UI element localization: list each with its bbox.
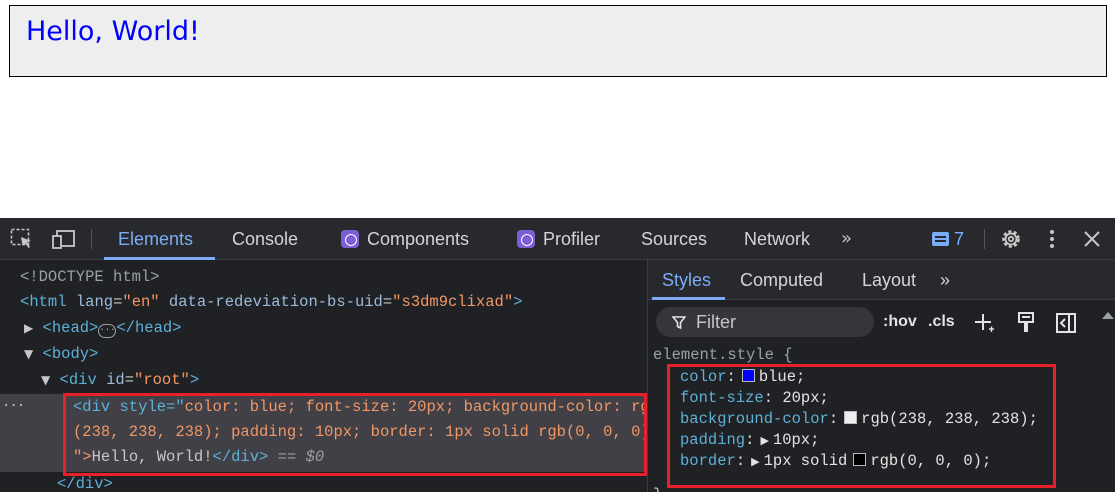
- attr-lang-value: en: [131, 293, 151, 311]
- new-style-rule-icon[interactable]: [972, 311, 996, 335]
- attr-uid-value: s3dm9clixad: [401, 293, 504, 311]
- attr-id-name: id: [106, 371, 125, 389]
- subtab-computed-label: Computed: [740, 270, 824, 290]
- settings-gear-icon[interactable]: [999, 228, 1023, 250]
- react-icon: [517, 230, 535, 248]
- toolbar-divider: [984, 229, 985, 249]
- tab-network[interactable]: Network: [744, 218, 810, 260]
- div-tag-name: div: [68, 371, 97, 389]
- close-icon[interactable]: [1080, 228, 1104, 250]
- more-options-icon[interactable]: [1040, 228, 1064, 250]
- inspect-element-icon[interactable]: [10, 228, 34, 250]
- tab-sources-label: Sources: [641, 229, 708, 249]
- filter-placeholder: Filter: [696, 312, 736, 332]
- body-open-tag: <body>: [42, 345, 99, 363]
- more-tabs-chevron-icon[interactable]: »: [841, 218, 852, 260]
- selector-text: element.style {: [653, 346, 793, 364]
- messages-count: 7: [954, 229, 965, 249]
- devtools-panel: Elements Console Components Profiler Sou…: [0, 218, 1115, 492]
- dom-html-node[interactable]: <html lang="en" data-redeviation-bs-uid=…: [20, 290, 522, 314]
- hover-state-toggle[interactable]: :hov: [883, 307, 917, 337]
- annotation-highlight-box: [63, 393, 647, 476]
- subtab-styles-label: Styles: [662, 270, 712, 290]
- devtools-toolbar: Elements Console Components Profiler Sou…: [0, 218, 1115, 260]
- attr-lang-name: lang: [75, 293, 114, 311]
- styles-subtabs: Styles Computed Layout »: [648, 260, 1115, 300]
- filter-icon: [672, 316, 686, 329]
- collapse-triangle-icon[interactable]: ▼: [24, 347, 33, 361]
- div-close-tag: </div>: [57, 475, 113, 492]
- dom-body-node[interactable]: ▼ <body>: [24, 342, 98, 366]
- tab-console[interactable]: Console: [232, 218, 298, 260]
- react-icon: [341, 230, 359, 248]
- tab-network-label: Network: [744, 229, 811, 249]
- html-tag-name: html: [29, 293, 67, 311]
- class-toggle[interactable]: .cls: [928, 307, 955, 337]
- node-actions-ellipsis-icon[interactable]: ···: [2, 394, 25, 418]
- more-subtabs-chevron-icon[interactable]: »: [940, 260, 950, 300]
- styles-filter-input[interactable]: Filter: [656, 307, 874, 337]
- messages-count-button[interactable]: 7: [932, 218, 964, 260]
- hello-text: Hello, World!: [26, 16, 200, 47]
- toolbar-divider: [91, 229, 92, 249]
- tab-elements[interactable]: Elements: [118, 218, 193, 260]
- rendered-hello-div: Hello, World!: [9, 5, 1107, 77]
- dom-head-node[interactable]: ▶ <head>···</head>: [24, 316, 181, 340]
- subtab-computed[interactable]: Computed: [740, 260, 823, 300]
- doctype-text: <!DOCTYPE html>: [20, 268, 160, 286]
- subtab-layout[interactable]: Layout: [862, 260, 916, 300]
- collapse-triangle-icon[interactable]: ▼: [41, 373, 50, 387]
- scroll-up-arrow-icon[interactable]: [1102, 312, 1114, 319]
- styles-panel: Styles Computed Layout » Filter :hov .cl…: [647, 260, 1115, 492]
- head-open-tag: <head>: [42, 319, 99, 337]
- attr-id-value: root: [143, 371, 181, 389]
- tab-profiler-label: Profiler: [543, 229, 601, 249]
- tab-console-label: Console: [232, 229, 299, 249]
- device-toolbar-icon[interactable]: [52, 228, 76, 250]
- dom-doctype[interactable]: <!DOCTYPE html>: [20, 265, 160, 289]
- expand-triangle-icon[interactable]: ▶: [24, 321, 33, 335]
- head-close-tag: </head>: [116, 319, 182, 337]
- tab-profiler[interactable]: Profiler: [517, 218, 600, 260]
- tab-components[interactable]: Components: [341, 218, 469, 260]
- subtab-styles[interactable]: Styles: [662, 260, 711, 300]
- rendering-paint-icon[interactable]: [1014, 311, 1038, 335]
- subtab-layout-label: Layout: [862, 270, 917, 290]
- rule-close-brace: }: [653, 485, 662, 492]
- subtab-active-indicator: [652, 297, 725, 300]
- tab-components-label: Components: [367, 229, 470, 249]
- tab-elements-label: Elements: [118, 229, 194, 249]
- dom-tree-panel: <!DOCTYPE html> <html lang="en" data-red…: [0, 260, 659, 492]
- annotation-highlight-box: [667, 364, 1056, 488]
- dom-root-div-node[interactable]: ▼ <div id="root">: [41, 368, 199, 392]
- collapsed-ellipsis-icon[interactable]: ···: [98, 324, 117, 338]
- message-icon: [932, 232, 949, 246]
- toggle-sidebar-icon[interactable]: [1054, 311, 1078, 335]
- tab-sources[interactable]: Sources: [641, 218, 707, 260]
- attr-uid-name: data-redeviation-bs-uid: [168, 293, 383, 311]
